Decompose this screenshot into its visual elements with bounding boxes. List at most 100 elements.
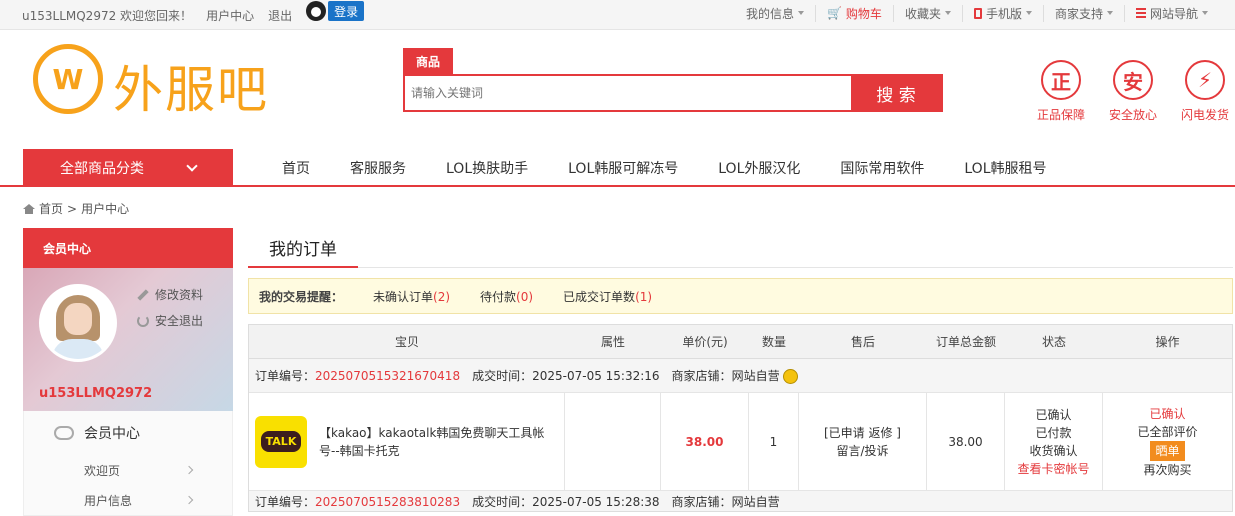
nav-skin-helper[interactable]: LOL换肤助手 <box>426 158 548 178</box>
chevron-right-icon <box>184 495 194 505</box>
avatar-face <box>64 303 92 335</box>
product-title-link[interactable]: 【kakao】kakaotalk韩国免费聊天工具帐号--韩国卡托克 <box>319 424 559 460</box>
logo-mark-icon: W <box>33 44 103 114</box>
tab-my-orders[interactable]: 我的订单 <box>248 228 358 268</box>
order-shop-value: 网站自营 <box>731 494 780 509</box>
cart-icon: 🛒 <box>826 6 842 20</box>
all-categories-button[interactable]: 全部商品分类 <box>23 149 233 187</box>
order-time: 成交时间：2025-07-05 15:28:38 <box>472 493 659 510</box>
sidebar-item-user-info[interactable]: 用户信息 <box>24 485 232 515</box>
merchant-label: 商家支持 <box>1054 6 1103 21</box>
favorites-label: 收藏夹 <box>904 6 941 21</box>
col-status: 状态 <box>1041 335 1066 349</box>
all-categories-label: 全部商品分类 <box>60 161 144 177</box>
order-status-cell: 已确认 已付款 收货确认 查看卡密帐号 <box>1005 393 1103 490</box>
cart-link[interactable]: 🛒 购物车 <box>816 4 894 22</box>
order-aftersale-cell: [已申请 返修 ] 留言/投诉 <box>799 393 927 490</box>
guarantee-label: 正品保障 <box>1036 108 1085 122</box>
search-button[interactable]: 搜 索 <box>851 76 941 110</box>
order-price: 38.00 <box>685 434 724 449</box>
safe-logout-link[interactable]: 安全退出 <box>137 312 203 329</box>
view-card-account-link[interactable]: 查看卡密帐号 <box>1017 460 1089 478</box>
notice-unconfirmed-label: 未确认订单 <box>373 289 434 304</box>
edit-profile-link[interactable]: 修改资料 <box>137 286 203 303</box>
search-area: 商品 搜 索 <box>403 48 943 112</box>
breadcrumb: 首页 > 用户中心 <box>23 200 129 217</box>
order-no-link[interactable]: 2025070515321670418 <box>315 369 460 383</box>
qq-login-button[interactable]: 登录 <box>306 1 365 21</box>
site-logo[interactable]: W 外服吧 <box>33 44 303 119</box>
nav-kr-unfreeze[interactable]: LOL韩服可解冻号 <box>548 158 698 178</box>
my-info-menu[interactable]: 我的信息 <box>735 4 816 22</box>
col-price: 单价(元) <box>682 335 728 349</box>
breadcrumb-separator: > <box>67 201 78 216</box>
sidebar-menu-title[interactable]: 会员中心 <box>24 411 232 455</box>
username-top: u153LLMQ2972 <box>22 8 117 23</box>
notice-unconfirmed[interactable]: 未确认订单(2) <box>373 288 450 305</box>
breadcrumb-home[interactable]: 首页 <box>39 200 63 217</box>
my-info-label: 我的信息 <box>745 6 794 21</box>
user-center-link[interactable]: 用户中心 <box>206 7 254 24</box>
show-order-button[interactable]: 晒单 <box>1150 440 1185 461</box>
aftersale-complaint-link[interactable]: 留言/投诉 <box>836 442 888 460</box>
nav-customer-service[interactable]: 客服服务 <box>330 158 426 178</box>
smiley-icon <box>783 369 799 384</box>
chevron-right-icon <box>184 465 194 475</box>
nav-localization[interactable]: LOL外服汉化 <box>698 158 820 178</box>
status-paid: 已付款 <box>1035 425 1072 440</box>
order-no: 订单编号：2025070515283810283 <box>255 493 460 510</box>
site-nav-menu[interactable]: 网站导航 <box>1125 5 1219 22</box>
caret-down-icon <box>1106 11 1113 15</box>
qq-penguin-icon <box>306 1 327 21</box>
edit-profile-label: 修改资料 <box>155 288 204 302</box>
guarantee-fast: ⚡ 闪电发货 <box>1180 60 1230 123</box>
favorites-menu[interactable]: 收藏夹 <box>894 4 963 22</box>
col-item: 宝贝 <box>394 335 419 349</box>
order-time-label: 成交时间： <box>472 494 533 509</box>
order-no-label: 订单编号： <box>255 369 316 383</box>
aftersale-repair-link[interactable]: [已申请 返修 ] <box>824 424 901 442</box>
search-box: 搜 索 <box>403 74 943 112</box>
nav-intl-software[interactable]: 国际常用软件 <box>820 158 944 178</box>
sidebar-title: 会员中心 <box>23 228 233 268</box>
safe-icon: 安 <box>1113 60 1153 100</box>
notice-count: (2) <box>433 289 451 304</box>
sidebar-item-label: 欢迎页 <box>84 463 121 478</box>
profile-username: u153LLMQ2972 <box>39 386 153 401</box>
notice-count: (1) <box>635 289 653 304</box>
notice-done-label: 已成交订单数 <box>563 289 636 304</box>
order-no-link[interactable]: 2025070515283810283 <box>315 495 460 509</box>
trade-notice: 我的交易提醒： 未确认订单(2) 待付款(0) 已成交订单数(1) <box>248 278 1233 314</box>
nav-kr-rental[interactable]: LOL韩服租号 <box>944 158 1066 178</box>
status-confirmed: 已确认 <box>1035 407 1072 422</box>
order-no: 订单编号：2025070515321670418 <box>255 367 460 384</box>
order-shop-label: 商家店铺： <box>671 369 732 383</box>
order-time-label: 成交时间： <box>472 369 533 383</box>
avatar[interactable] <box>39 284 117 362</box>
power-icon <box>137 314 149 327</box>
order-total: 38.00 <box>948 434 983 449</box>
order-price-cell: 38.00 <box>661 393 749 490</box>
order-shop: 商家店铺：网站自营 <box>672 367 799 384</box>
notice-pending[interactable]: 待付款(0) <box>480 288 533 305</box>
top-bar-right: 我的信息 🛒 购物车 收藏夹 手机版 商家支持 网站导航 <box>735 0 1219 26</box>
order-time: 成交时间：2025-07-05 15:32:16 <box>472 367 659 384</box>
list-icon <box>1135 8 1146 18</box>
search-input[interactable] <box>405 76 851 110</box>
main-nav: 全部商品分类 首页 客服服务 LOL换肤助手 LOL韩服可解冻号 LOL外服汉化… <box>0 149 1235 187</box>
search-tab-goods[interactable]: 商品 <box>403 48 453 74</box>
op-confirmed: 已确认 <box>1149 406 1186 421</box>
merchant-menu[interactable]: 商家支持 <box>1044 4 1125 22</box>
notice-pending-label: 待付款 <box>480 289 517 304</box>
col-qty: 数量 <box>761 335 786 349</box>
buy-again-link[interactable]: 再次购买 <box>1143 461 1191 479</box>
product-thumbnail[interactable]: TALK <box>255 415 307 468</box>
nav-home[interactable]: 首页 <box>262 158 330 178</box>
notice-done[interactable]: 已成交订单数(1) <box>563 288 652 305</box>
logout-link[interactable]: 退出 <box>268 7 292 24</box>
guarantee-label: 安全放心 <box>1108 108 1157 122</box>
mobile-menu[interactable]: 手机版 <box>963 4 1044 22</box>
top-bar-left: u153LLMQ2972 欢迎您回来！ 用户中心 退出 登录 <box>22 0 365 30</box>
top-bar: u153LLMQ2972 欢迎您回来！ 用户中心 退出 登录 我的信息 🛒 购物车… <box>0 0 1235 30</box>
sidebar-item-welcome[interactable]: 欢迎页 <box>24 455 232 485</box>
